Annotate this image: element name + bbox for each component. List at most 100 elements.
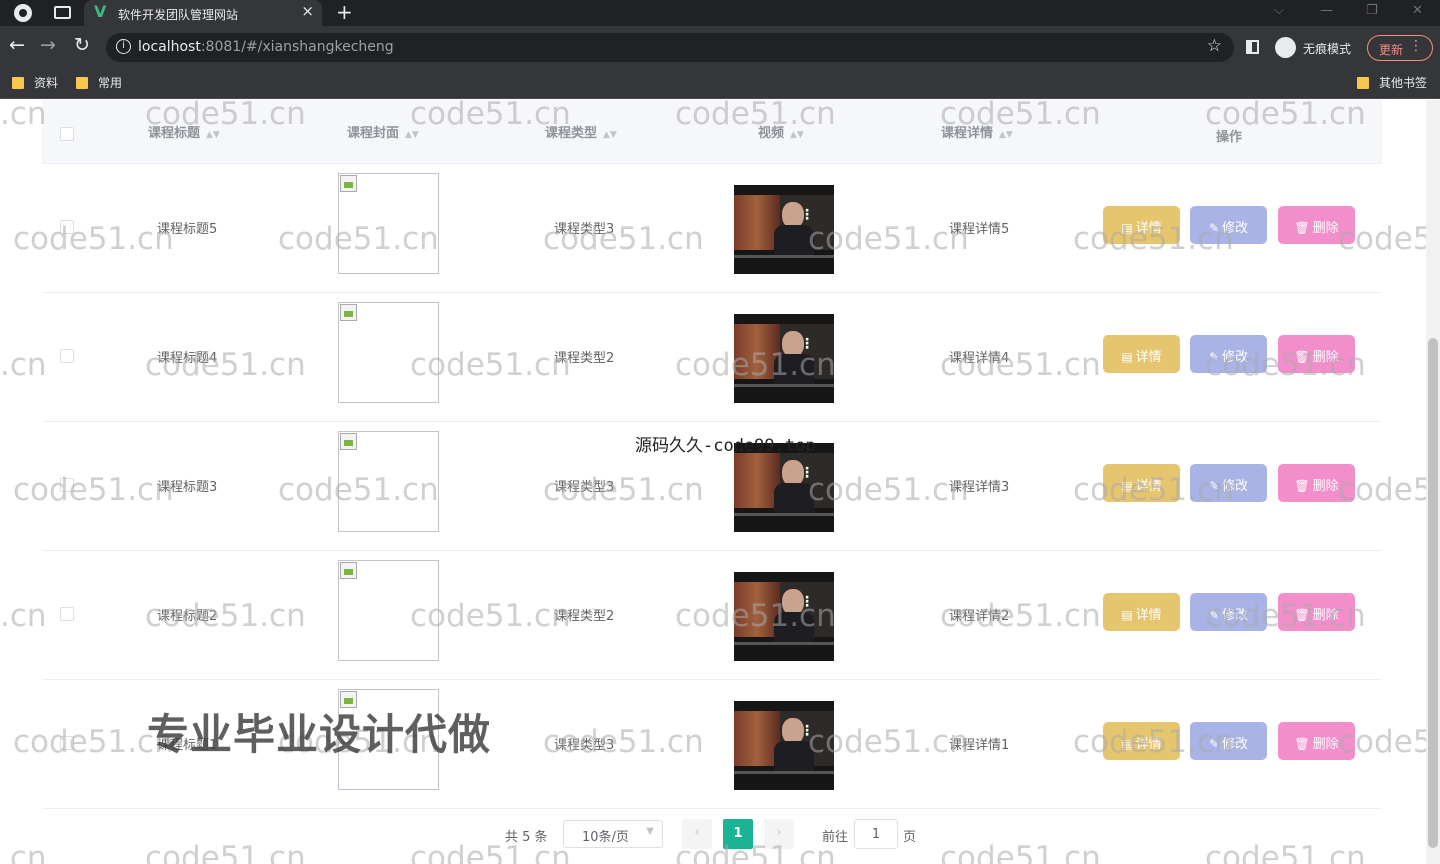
browser-menu-icon[interactable] xyxy=(14,4,32,22)
goto-page-input[interactable]: 1 xyxy=(854,819,898,849)
course-title: 课程标题3 xyxy=(157,480,218,495)
forward-icon[interactable]: → xyxy=(40,34,56,56)
folder-icon xyxy=(12,77,24,89)
minimize-icon[interactable]: — xyxy=(1320,3,1333,18)
course-video-player[interactable]: ⋮ xyxy=(734,572,834,661)
back-icon[interactable]: ← xyxy=(9,34,25,56)
course-video-player[interactable]: ⋮ xyxy=(734,443,834,532)
delete-button[interactable]: 🗑 删除 xyxy=(1278,464,1355,502)
course-detail: 课程详情2 xyxy=(949,609,1010,624)
folder-icon xyxy=(1357,77,1369,89)
column-header-title[interactable]: 课程标题 ▲▼ xyxy=(148,122,220,141)
detail-button-label: 详情 xyxy=(1135,737,1162,752)
row-checkbox[interactable] xyxy=(60,349,74,363)
broken-image-icon xyxy=(340,562,357,579)
detail-button[interactable]: ▤ 详情 xyxy=(1103,335,1180,373)
header-label: 课程标题 xyxy=(148,126,201,141)
incognito-icon[interactable] xyxy=(1275,37,1296,58)
header-label: 课程类型 xyxy=(545,126,598,141)
trash-icon: 🗑 xyxy=(1294,608,1310,622)
update-button[interactable]: 更新 ⋮ xyxy=(1367,35,1433,61)
edit-button[interactable]: ✎ 修改 xyxy=(1190,593,1267,631)
document-icon: ▤ xyxy=(1121,737,1133,751)
video-menu-icon[interactable]: ⋮ xyxy=(800,336,814,352)
course-type: 课程类型2 xyxy=(554,351,615,366)
info-icon[interactable]: i xyxy=(116,39,131,54)
restore-icon[interactable]: ❐ xyxy=(1366,3,1378,18)
edit-button[interactable]: ✎ 修改 xyxy=(1190,722,1267,760)
pagination: 共 5 条 10条/页 ▼ ‹ 1 › 前往 1 页 xyxy=(0,818,1426,850)
edit-button-label: 修改 xyxy=(1222,350,1249,365)
chevron-down-icon[interactable]: ⌵ xyxy=(1274,3,1284,18)
header-label: 课程封面 xyxy=(347,126,400,141)
row-checkbox[interactable] xyxy=(60,220,74,234)
bookmark-star-icon[interactable]: ☆ xyxy=(1207,36,1222,56)
delete-button[interactable]: 🗑 删除 xyxy=(1278,593,1355,631)
incognito-label[interactable]: 无痕模式 xyxy=(1303,40,1351,57)
sort-icon[interactable]: ▲▼ xyxy=(405,130,419,140)
row-checkbox[interactable] xyxy=(60,478,74,492)
course-type: 课程类型3 xyxy=(554,222,615,237)
delete-button-label: 删除 xyxy=(1312,221,1339,236)
trash-icon: 🗑 xyxy=(1294,479,1310,493)
bookmark-folder-ziliao[interactable]: 资料 xyxy=(12,74,58,91)
sort-icon[interactable]: ▲▼ xyxy=(603,130,617,140)
video-menu-icon[interactable]: ⋮ xyxy=(800,723,814,739)
broken-image-icon xyxy=(340,304,357,321)
sort-icon[interactable]: ▲▼ xyxy=(206,130,220,140)
tab-close-icon[interactable]: × xyxy=(301,2,314,20)
scrollbar-thumb[interactable] xyxy=(1428,338,1438,848)
course-cover-image xyxy=(338,431,439,532)
reload-icon[interactable]: ↻ xyxy=(74,34,90,56)
row-checkbox[interactable] xyxy=(60,607,74,621)
more-menu-icon[interactable]: ⋮ xyxy=(1409,38,1423,54)
page-scrollbar[interactable] xyxy=(1426,100,1440,864)
column-header-cover[interactable]: 课程封面 ▲▼ xyxy=(347,122,419,141)
close-window-icon[interactable]: ✕ xyxy=(1412,3,1423,18)
other-bookmarks[interactable]: 其他书签 xyxy=(1357,74,1427,91)
prev-page-button[interactable]: ‹ xyxy=(682,819,712,849)
course-video-player[interactable]: ⋮ xyxy=(734,185,834,274)
video-menu-icon[interactable]: ⋮ xyxy=(800,207,814,223)
detail-button[interactable]: ▤ 详情 xyxy=(1103,722,1180,760)
select-all-checkbox[interactable] xyxy=(60,127,74,141)
delete-button-label: 删除 xyxy=(1312,608,1339,623)
course-title: 课程标题5 xyxy=(157,222,218,237)
column-header-detail[interactable]: 课程详情 ▲▼ xyxy=(941,122,1013,141)
edit-button[interactable]: ✎ 修改 xyxy=(1190,464,1267,502)
edit-button[interactable]: ✎ 修改 xyxy=(1190,335,1267,373)
edit-button[interactable]: ✎ 修改 xyxy=(1190,206,1267,244)
course-video-player[interactable]: ⋮ xyxy=(734,701,834,790)
detail-button[interactable]: ▤ 详情 xyxy=(1103,593,1180,631)
sort-icon[interactable]: ▲▼ xyxy=(790,130,804,140)
pencil-icon: ✎ xyxy=(1208,221,1220,235)
browser-tab-active[interactable]: V 软件开发团队管理网站 × xyxy=(84,0,322,26)
column-header-type[interactable]: 课程类型 ▲▼ xyxy=(545,122,617,141)
video-menu-icon[interactable]: ⋮ xyxy=(800,465,814,481)
course-video-player[interactable]: ⋮ xyxy=(734,314,834,403)
url-input[interactable]: i localhost:8081/#/xianshangkecheng ☆ xyxy=(106,33,1234,62)
video-menu-icon[interactable]: ⋮ xyxy=(800,594,814,610)
side-panel-icon[interactable] xyxy=(1246,40,1259,54)
page-size-select[interactable]: 10条/页 ▼ xyxy=(563,820,663,848)
course-type: 课程类型3 xyxy=(554,480,615,495)
tab-search-icon[interactable] xyxy=(54,6,71,19)
detail-button[interactable]: ▤ 详情 xyxy=(1103,206,1180,244)
pencil-icon: ✎ xyxy=(1208,608,1220,622)
sort-icon[interactable]: ▲▼ xyxy=(999,130,1013,140)
next-page-button[interactable]: › xyxy=(764,819,794,849)
bookmark-folder-changyong[interactable]: 常用 xyxy=(76,74,122,91)
delete-button[interactable]: 🗑 删除 xyxy=(1278,206,1355,244)
delete-button[interactable]: 🗑 删除 xyxy=(1278,335,1355,373)
column-header-video[interactable]: 视频 ▲▼ xyxy=(758,122,804,141)
course-title: 课程标题4 xyxy=(157,351,218,366)
delete-button[interactable]: 🗑 删除 xyxy=(1278,722,1355,760)
page-number-current[interactable]: 1 xyxy=(723,819,753,849)
trash-icon: 🗑 xyxy=(1294,350,1310,364)
trash-icon: 🗑 xyxy=(1294,737,1310,751)
detail-button-label: 详情 xyxy=(1135,350,1162,365)
new-tab-icon[interactable]: + xyxy=(336,0,353,24)
row-checkbox[interactable] xyxy=(60,736,74,750)
course-detail: 课程详情5 xyxy=(949,222,1010,237)
detail-button[interactable]: ▤ 详情 xyxy=(1103,464,1180,502)
